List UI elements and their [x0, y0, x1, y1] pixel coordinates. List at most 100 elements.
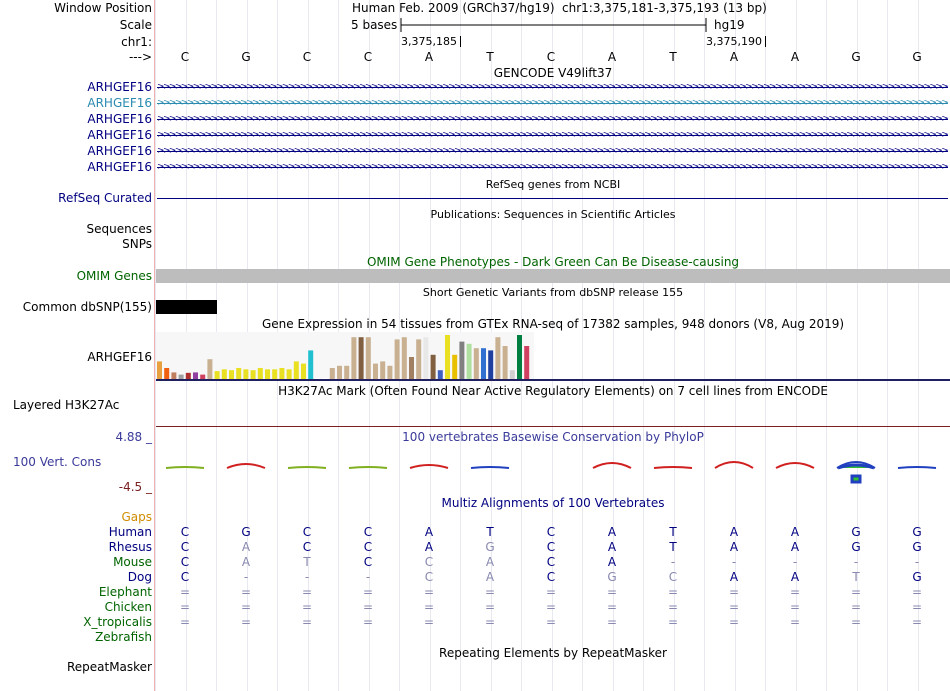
omim-label[interactable]: OMIM Genes: [77, 269, 152, 283]
gtex-tissue-bar[interactable]: [236, 368, 242, 379]
gencode-transcript-feature[interactable]: >>>>>>>>>>>>>>>>>>>>>>>>>>>>>>>>>>>>>>>>…: [157, 148, 948, 156]
gtex-label[interactable]: ARHGEF16: [87, 350, 152, 364]
gtex-tissue-bar[interactable]: [221, 369, 227, 379]
gtex-tissue-bar[interactable]: [178, 374, 184, 379]
species-label[interactable]: Mouse: [113, 555, 152, 569]
gtex-tissue-bar[interactable]: [524, 346, 530, 379]
phylop-logo-mark: [226, 463, 266, 469]
gencode-gene-label[interactable]: ARHGEF16: [87, 128, 152, 142]
gtex-tissue-bar[interactable]: [473, 348, 479, 379]
species-label[interactable]: Zebrafish: [95, 630, 152, 644]
dbsnp-label[interactable]: Common dbSNP(155): [23, 300, 152, 314]
gencode-transcript-feature[interactable]: >>>>>>>>>>>>>>>>>>>>>>>>>>>>>>>>>>>>>>>>…: [157, 100, 948, 108]
gencode-transcript-feature[interactable]: >>>>>>>>>>>>>>>>>>>>>>>>>>>>>>>>>>>>>>>>…: [157, 164, 948, 172]
alignment-base: C: [424, 570, 434, 584]
gtex-tissue-bar[interactable]: [207, 359, 213, 379]
alignment-base: G: [912, 540, 922, 554]
h3k27ac-label[interactable]: Layered H3K27Ac: [13, 398, 119, 412]
gtex-tissue-bar[interactable]: [394, 339, 400, 379]
gtex-tissue-bar[interactable]: [257, 368, 263, 379]
gtex-tissue-bar[interactable]: [423, 337, 429, 379]
gtex-tissue-bar[interactable]: [164, 368, 170, 379]
gtex-tissue-bar[interactable]: [437, 370, 443, 379]
alignment-base: T: [669, 540, 677, 554]
gencode-transcript-feature[interactable]: >>>>>>>>>>>>>>>>>>>>>>>>>>>>>>>>>>>>>>>>…: [157, 116, 948, 124]
species-label[interactable]: X_tropicalis: [83, 615, 152, 629]
gtex-tissue-bar[interactable]: [315, 378, 321, 379]
publications-label-snps[interactable]: SNPs: [122, 237, 152, 251]
gtex-tissue-bar[interactable]: [286, 369, 292, 379]
gtex-tissue-bar[interactable]: [401, 337, 407, 379]
repeatmasker-label[interactable]: RepeatMasker: [67, 660, 152, 674]
gtex-tissue-bar[interactable]: [373, 363, 378, 379]
phylop-label[interactable]: 100 Vert. Cons: [13, 455, 101, 469]
gtex-tissue-bar[interactable]: [301, 363, 306, 379]
gtex-tissue-bar[interactable]: [481, 348, 486, 379]
gtex-tissue-bar[interactable]: [517, 335, 522, 379]
species-label[interactable]: Chicken: [105, 600, 152, 614]
alignment-base: =: [606, 600, 618, 614]
gtex-tissue-bar[interactable]: [157, 361, 162, 379]
gtex-tissue-bar[interactable]: [509, 370, 515, 379]
gtex-tissue-bar[interactable]: [358, 337, 364, 379]
gtex-tissue-bar[interactable]: [229, 370, 234, 379]
gtex-tissue-bar[interactable]: [380, 361, 386, 379]
gtex-tissue-bar[interactable]: [293, 361, 299, 379]
gtex-tissue-bar[interactable]: [387, 365, 393, 379]
refseq-label[interactable]: RefSeq Curated: [58, 191, 152, 205]
phylop-logo-track[interactable]: [156, 455, 950, 491]
gtex-tissue-bar[interactable]: [265, 369, 270, 379]
gtex-tissue-bar[interactable]: [272, 369, 278, 379]
gtex-tissue-bar[interactable]: [488, 350, 494, 379]
gtex-tissue-bar[interactable]: [322, 378, 328, 379]
gtex-tissue-bar[interactable]: [308, 350, 314, 379]
species-label[interactable]: Elephant: [99, 585, 152, 599]
species-label[interactable]: Human: [109, 525, 152, 539]
gtex-tissue-bar[interactable]: [200, 374, 206, 379]
gtex-tissue-bar[interactable]: [502, 346, 508, 379]
strand-label: --->: [128, 50, 152, 64]
gencode-transcript-feature[interactable]: >>>>>>>>>>>>>>>>>>>>>>>>>>>>>>>>>>>>>>>>…: [157, 84, 948, 92]
gencode-gene-label[interactable]: ARHGEF16: [87, 160, 152, 174]
gtex-tissue-bar[interactable]: [250, 370, 256, 379]
gtex-tissue-bar[interactable]: [214, 371, 220, 379]
gencode-transcript-feature[interactable]: >>>>>>>>>>>>>>>>>>>>>>>>>>>>>>>>>>>>>>>>…: [157, 132, 948, 140]
gtex-tissue-bar[interactable]: [466, 343, 472, 379]
omim-feature-bar[interactable]: [156, 269, 950, 283]
publications-label-sequences[interactable]: Sequences: [87, 222, 152, 236]
gtex-tissue-bar[interactable]: [416, 339, 422, 379]
gencode-gene-label[interactable]: ARHGEF16: [87, 96, 152, 110]
gtex-tissue-bar[interactable]: [365, 337, 371, 379]
gtex-tissue-bar[interactable]: [193, 372, 198, 379]
gencode-gene-label[interactable]: ARHGEF16: [87, 112, 152, 126]
species-label[interactable]: Rhesus: [109, 540, 152, 554]
gtex-tissue-bar[interactable]: [452, 354, 458, 379]
phylop-title: 100 vertebrates Basewise Conservation by…: [402, 430, 704, 444]
gtex-tissue-bar[interactable]: [185, 372, 191, 379]
gtex-tissue-bar[interactable]: [409, 357, 414, 379]
alignment-base: =: [728, 585, 740, 599]
alignment-base: =: [301, 585, 313, 599]
sequence-base: T: [486, 50, 494, 64]
alignment-base: G: [607, 570, 617, 584]
gtex-tissue-bar[interactable]: [171, 372, 177, 379]
gtex-tissue-bar[interactable]: [459, 341, 465, 379]
gtex-tissue-bar[interactable]: [243, 369, 249, 379]
gencode-gene-label[interactable]: ARHGEF16: [87, 144, 152, 158]
db-name: hg19: [714, 18, 745, 32]
alignment-base: A: [607, 525, 617, 539]
alignment-base: C: [180, 555, 190, 569]
gtex-tissue-bar[interactable]: [329, 368, 335, 379]
gtex-tissue-bar[interactable]: [279, 368, 285, 379]
gtex-tissue-bar[interactable]: [344, 365, 350, 379]
gtex-tissue-bar[interactable]: [351, 337, 357, 379]
dbsnp-variant-feature[interactable]: [156, 300, 217, 314]
gencode-gene-label[interactable]: ARHGEF16: [87, 80, 152, 94]
species-label[interactable]: Dog: [128, 570, 152, 584]
gtex-tissue-bar[interactable]: [337, 365, 342, 379]
refseq-feature-line[interactable]: [157, 198, 948, 199]
gtex-tissue-bar[interactable]: [445, 335, 450, 379]
gtex-tissue-bar[interactable]: [495, 337, 501, 379]
gtex-tissue-bar[interactable]: [430, 354, 436, 379]
gtex-expression-chart[interactable]: [156, 332, 950, 382]
